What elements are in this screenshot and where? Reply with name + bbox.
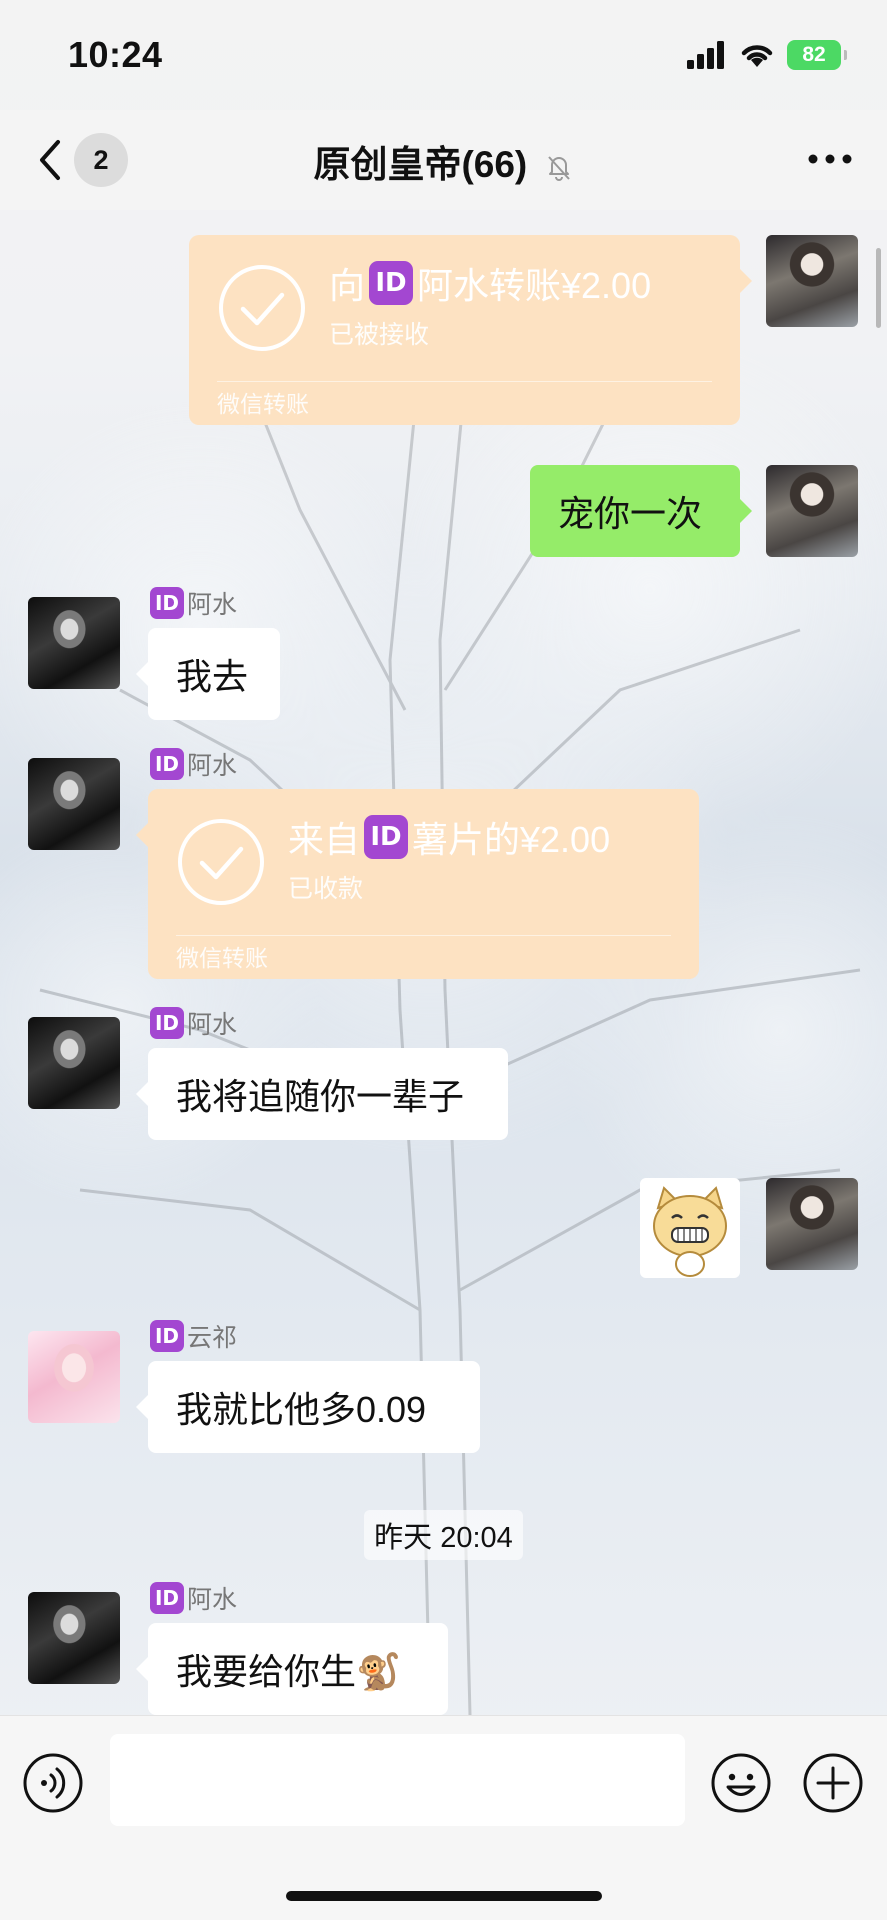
timestamp-divider: 昨天 20:04 (0, 1510, 887, 1560)
transfer-amount-text: 阿水转账¥2.00 (417, 265, 652, 306)
transfer-card-received[interactable]: 来自 ID 薯片的¥2.00 已收款 微信转账 (136, 789, 699, 979)
nav-bar: 2 原创皇帝(66) (0, 110, 887, 210)
sender-name-text: 阿水 (187, 591, 238, 619)
message-bubble-sent[interactable]: 宠你一次 (530, 465, 752, 557)
sender-avatar[interactable] (28, 758, 120, 850)
transfer-status: 已收款 (288, 875, 364, 903)
message-text: 宠你一次 (558, 493, 703, 534)
mute-icon (547, 156, 570, 182)
sender-avatar[interactable] (28, 1592, 120, 1684)
transfer-divider (176, 935, 671, 936)
chat-messages[interactable]: 向 ID 阿水转账¥2.00 已被接收 微信转账 宠你一次 ID 阿水 我去 I… (0, 210, 887, 1715)
id-badge: ID (364, 815, 409, 859)
sender-name: ID 阿水 (150, 1580, 237, 1616)
transfer-footer: 微信转账 (176, 945, 268, 971)
id-badge: ID (150, 1582, 184, 1614)
message-input[interactable] (110, 1734, 685, 1826)
transfer-amount: 向 ID 阿水转账¥2.00 (329, 257, 651, 309)
sender-name: ID 阿水 (150, 1005, 237, 1041)
sender-name: ID 云祁 (150, 1318, 237, 1354)
message-text: 我要给你生🐒 (176, 1651, 401, 1692)
sender-avatar[interactable] (28, 1017, 120, 1109)
transfer-status: 已被接收 (329, 321, 430, 349)
more-icon[interactable] (807, 146, 853, 172)
id-badge: ID (150, 748, 184, 780)
status-icons: 82 (687, 40, 847, 70)
scrollbar[interactable] (876, 248, 881, 328)
message-text: 我去 (176, 656, 249, 697)
transfer-divider (217, 381, 712, 382)
message-bubble-received[interactable]: 我要给你生🐒 (136, 1623, 448, 1715)
sender-name: ID 阿水 (150, 746, 237, 782)
transfer-card-sent[interactable]: 向 ID 阿水转账¥2.00 已被接收 微信转账 (189, 235, 752, 425)
plus-icon[interactable] (802, 1752, 864, 1814)
transfer-prefix: 来自 (288, 819, 361, 860)
check-icon (219, 265, 305, 351)
id-badge: ID (150, 1007, 184, 1039)
message-text: 我将追随你一辈子 (176, 1076, 465, 1117)
status-time: 10:24 (68, 34, 163, 75)
sender-name: ID 阿水 (150, 585, 237, 621)
chat-title: 原创皇帝(66) (0, 134, 887, 188)
input-bar (0, 1715, 887, 1920)
message-bubble-received[interactable]: 我就比他多0.09 (136, 1361, 480, 1453)
message-bubble-received[interactable]: 我将追随你一辈子 (136, 1048, 508, 1140)
sender-name-text: 阿水 (187, 1011, 238, 1039)
my-avatar[interactable] (766, 1178, 858, 1270)
id-badge: ID (150, 1320, 184, 1352)
battery-level: 82 (802, 43, 826, 66)
status-bar: 10:24 82 (0, 0, 887, 110)
transfer-amount-text: 薯片的¥2.00 (412, 819, 611, 860)
transfer-amount: 来自 ID 薯片的¥2.00 (288, 811, 610, 863)
sender-name-text: 云祁 (187, 1324, 238, 1352)
sender-avatar[interactable] (28, 1331, 120, 1423)
battery-indicator: 82 (787, 40, 847, 70)
signal-icon (687, 41, 724, 69)
check-icon (178, 819, 264, 905)
id-badge: ID (150, 587, 184, 619)
wifi-icon (741, 45, 773, 67)
chat-title-text: 原创皇帝(66) (313, 144, 528, 185)
cat-grin-sticker[interactable] (640, 1178, 740, 1278)
timestamp-text: 昨天 20:04 (364, 1510, 523, 1560)
my-avatar[interactable] (766, 465, 858, 557)
message-text: 我就比他多0.09 (176, 1389, 427, 1430)
sender-name-text: 阿水 (187, 1586, 238, 1614)
cat-sticker-icon (653, 1186, 727, 1277)
my-avatar[interactable] (766, 235, 858, 327)
sender-avatar[interactable] (28, 597, 120, 689)
transfer-footer: 微信转账 (217, 391, 309, 417)
home-indicator[interactable] (286, 1891, 602, 1901)
id-badge: ID (369, 261, 414, 305)
emoji-icon[interactable] (710, 1752, 772, 1814)
transfer-prefix: 向 (329, 265, 366, 306)
message-bubble-received[interactable]: 我去 (136, 628, 280, 720)
voice-icon[interactable] (22, 1752, 84, 1814)
sender-name-text: 阿水 (187, 752, 238, 780)
